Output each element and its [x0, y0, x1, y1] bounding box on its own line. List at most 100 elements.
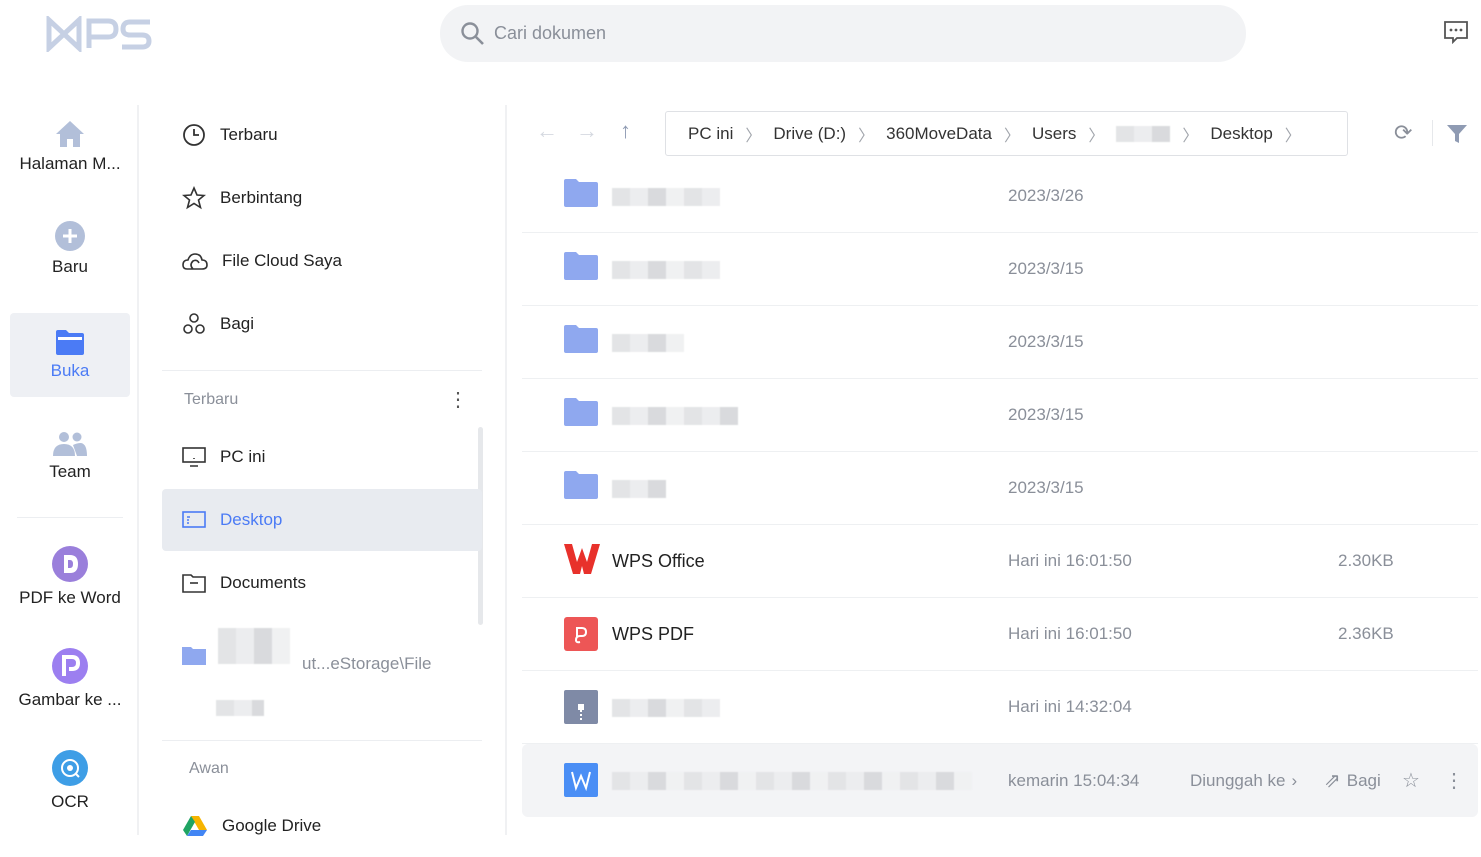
divider: [162, 740, 482, 741]
recent-folder-item[interactable]: ut...eStorage\File: [162, 620, 482, 690]
search-input[interactable]: [494, 23, 1094, 44]
chat-icon[interactable]: [1443, 20, 1469, 44]
folder-file-icon: [564, 325, 598, 359]
file-name: WPS PDF: [612, 623, 695, 644]
file-row[interactable]: 2023/3/26: [522, 160, 1478, 233]
chevron-right-icon: 〉: [1182, 127, 1199, 145]
nav-ocr[interactable]: OCR: [10, 739, 130, 823]
search-bar[interactable]: [440, 5, 1246, 62]
home-icon: [56, 121, 84, 147]
location-pc[interactable]: PC ini: [162, 426, 482, 488]
file-size: 2.30KB: [1338, 551, 1394, 570]
file-date: 2023/3/15: [1008, 332, 1084, 351]
file-date: 2023/3/15: [1008, 259, 1084, 278]
more-options-icon[interactable]: ⋮: [448, 389, 468, 411]
file-row[interactable]: 2023/3/15: [522, 233, 1478, 306]
file-name-redacted: [612, 188, 720, 206]
crumb-pc[interactable]: PC ini: [688, 124, 733, 144]
file-row[interactable]: Hari ini 14:32:04: [522, 671, 1478, 744]
crumb-drive[interactable]: Drive (D:): [773, 124, 846, 144]
quick-share[interactable]: Bagi: [162, 293, 482, 355]
file-name-redacted: [612, 699, 720, 717]
refresh-icon[interactable]: ⟳: [1394, 120, 1412, 146]
cloud-google-drive[interactable]: Google Drive: [162, 795, 482, 857]
file-row[interactable]: 2023/3/15: [522, 306, 1478, 379]
crumb-desktop[interactable]: Desktop: [1210, 124, 1272, 144]
left-nav: Halaman M... Baru Buka Team PDF ke Word …: [0, 105, 139, 835]
ocr-icon: [52, 750, 88, 786]
file-name-redacted: [612, 772, 972, 790]
forward-arrow-icon[interactable]: →: [576, 118, 598, 144]
breadcrumb: PC ini 〉 Drive (D:) 〉 360MoveData 〉 Users 〉 …: [665, 111, 1348, 156]
file-row[interactable]: kemarin 15:04:34 Diunggah ke › ⇗ Bagi ☆ ⋮: [522, 744, 1478, 817]
file-date: 2023/3/15: [1008, 478, 1084, 497]
file-name-redacted: [612, 407, 738, 425]
file-row[interactable]: WPS PDF Hari ini 16:01:50 2.36KB: [522, 598, 1478, 671]
up-arrow-icon[interactable]: ↑: [620, 118, 631, 144]
quick-cloud[interactable]: File Cloud Saya: [162, 230, 482, 292]
folder-outline-icon: [182, 574, 206, 593]
star-icon[interactable]: ☆: [1402, 768, 1420, 793]
nav-team[interactable]: Team: [10, 415, 130, 499]
nav-divider: [17, 517, 123, 518]
file-date: 2023/3/15: [1008, 405, 1084, 424]
crumb-redacted[interactable]: [1116, 125, 1171, 142]
word-file-icon: [564, 763, 598, 797]
clock-icon: [183, 124, 205, 146]
nav-open[interactable]: Buka: [10, 313, 130, 397]
back-arrow-icon[interactable]: ←: [536, 118, 558, 144]
location-panel: Terbaru Berbintang File Cloud Saya Bagi …: [140, 104, 507, 836]
chevron-right-icon: ›: [1291, 770, 1298, 790]
file-date: Hari ini 16:01:50: [1008, 551, 1132, 570]
folder-file-icon: [564, 398, 598, 432]
toolbar: ← → ↑ PC ini 〉 Drive (D:) 〉 360MoveData 〉 U…: [520, 110, 1480, 156]
file-row[interactable]: WPS Office Hari ini 16:01:50 2.30KB: [522, 525, 1478, 598]
team-icon: [53, 432, 87, 456]
more-options-icon[interactable]: ⋮: [1444, 768, 1464, 793]
zip-file-icon: [564, 690, 598, 724]
chevron-right-icon: 〉: [745, 127, 762, 145]
location-desktop[interactable]: Desktop: [162, 489, 482, 551]
filter-icon[interactable]: [1447, 125, 1467, 143]
share-button[interactable]: ⇗ Bagi: [1324, 768, 1381, 793]
folder-file-icon: [564, 179, 598, 213]
file-date: Hari ini 14:32:04: [1008, 697, 1132, 716]
nav-image-to[interactable]: Gambar ke ...: [10, 637, 130, 721]
recent-header: Terbaru: [184, 391, 239, 408]
divider: [1432, 120, 1433, 146]
image-to-pdf-icon: [52, 648, 88, 684]
folder-file-icon: [564, 252, 598, 286]
recent-folder-path: ut...eStorage\File: [302, 654, 432, 673]
nav-pdf-to-word[interactable]: PDF ke Word: [10, 535, 130, 619]
wps-file-icon: [564, 544, 600, 578]
cloud-header: Awan: [189, 760, 229, 777]
nav-home[interactable]: Halaman M...: [10, 105, 130, 189]
quick-starred[interactable]: Berbintang: [162, 167, 482, 229]
chevron-right-icon: 〉: [1284, 127, 1301, 145]
google-drive-icon: [183, 816, 207, 836]
star-icon: [182, 186, 206, 210]
folder-icon: [182, 647, 206, 665]
file-date: 2023/3/26: [1008, 186, 1084, 205]
recent-item-redacted[interactable]: [216, 700, 264, 716]
folder-file-icon: [564, 471, 598, 505]
file-name-redacted: [612, 334, 684, 352]
upload-to-button[interactable]: Diunggah ke ›: [1190, 771, 1297, 791]
quick-recent[interactable]: Terbaru: [162, 104, 482, 166]
file-name: WPS Office: [612, 550, 705, 571]
desktop-icon: [182, 511, 206, 528]
file-row[interactable]: 2023/3/15: [522, 379, 1478, 452]
pdf-file-icon: [564, 617, 598, 651]
location-documents[interactable]: Documents: [162, 552, 482, 614]
pdf-to-word-icon: [52, 546, 88, 582]
crumb-users[interactable]: Users: [1032, 124, 1076, 144]
chevron-right-icon: 〉: [1088, 127, 1105, 145]
file-date: kemarin 15:04:34: [1008, 770, 1140, 790]
file-name-redacted: [612, 480, 666, 498]
share-nodes-icon: [183, 313, 205, 334]
folder-icon: [56, 330, 84, 355]
file-row[interactable]: 2023/3/15: [522, 452, 1478, 525]
crumb-360[interactable]: 360MoveData: [886, 124, 992, 144]
nav-new[interactable]: Baru: [10, 207, 130, 291]
file-date: Hari ini 16:01:50: [1008, 624, 1132, 643]
